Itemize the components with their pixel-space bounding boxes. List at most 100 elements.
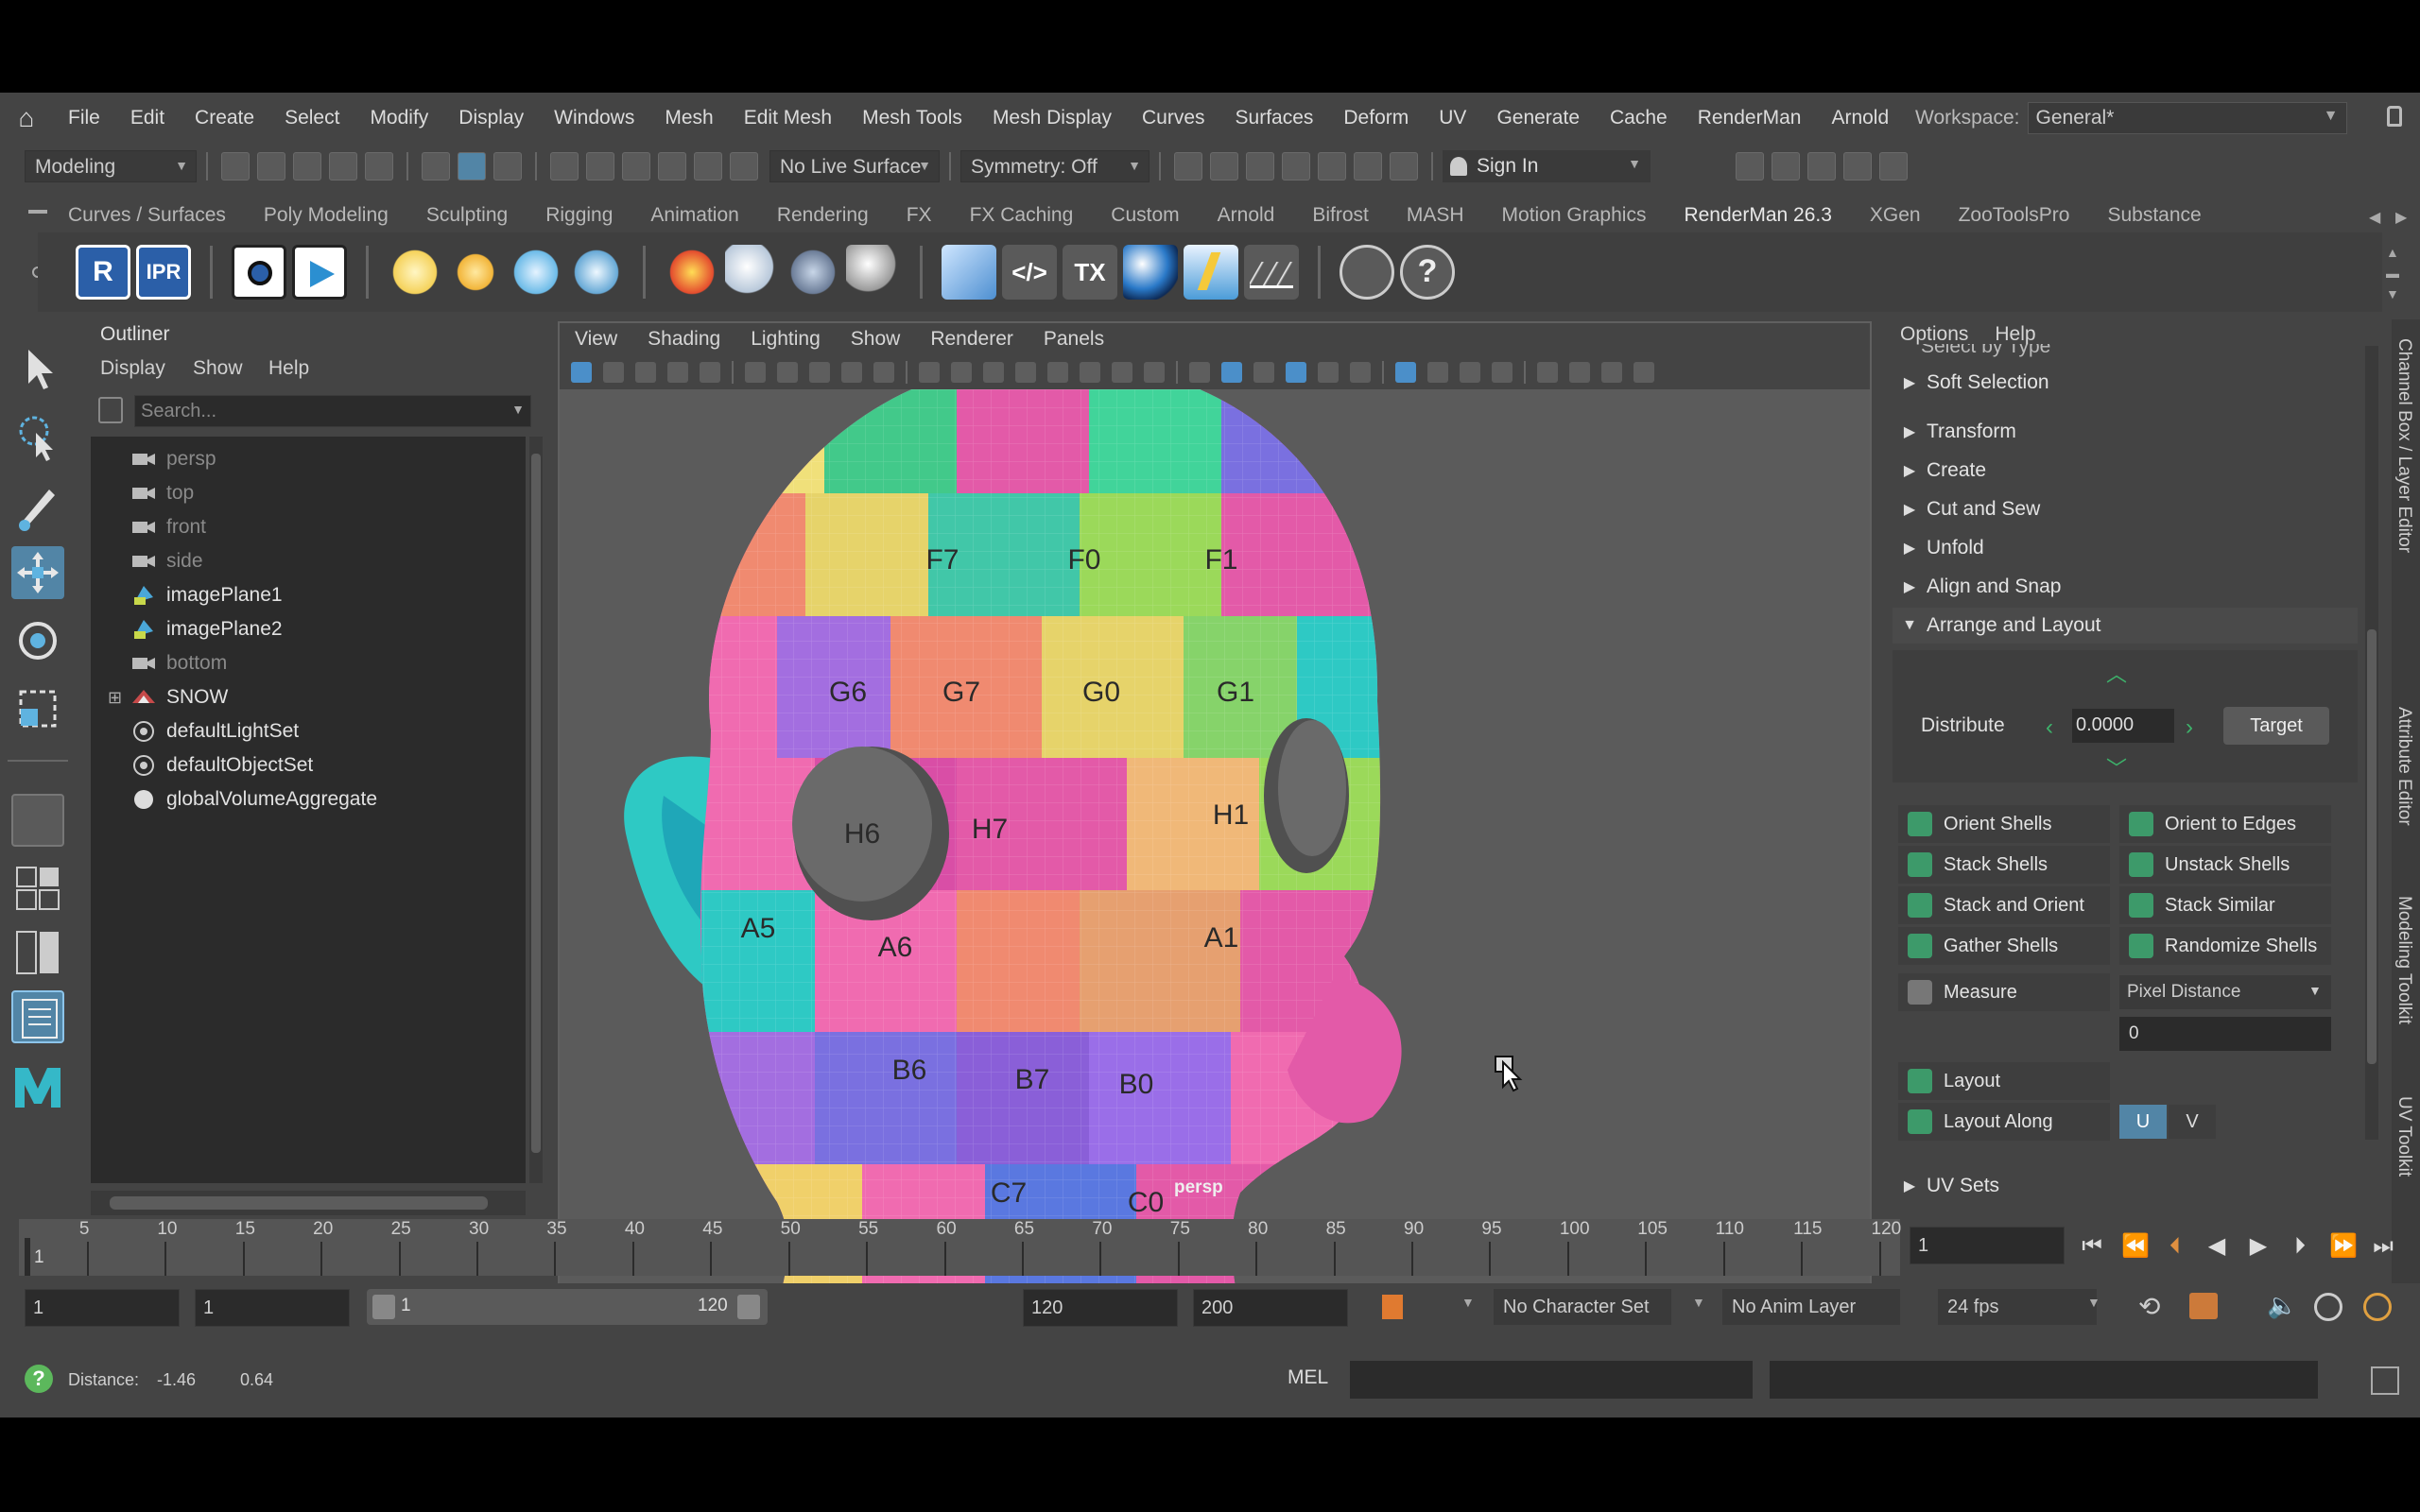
stack-similar-button[interactable]: Stack Similar [2119, 886, 2331, 924]
distribute-down-icon[interactable]: ﹀ [2106, 752, 2127, 782]
redo-icon[interactable] [365, 152, 393, 180]
camera-select-icon[interactable] [667, 362, 688, 383]
renderman-preview-icon[interactable] [232, 245, 286, 300]
layout-along-button[interactable]: Layout Along [1898, 1103, 2110, 1141]
area-light-icon[interactable] [388, 245, 442, 300]
film-gate-icon[interactable] [841, 362, 862, 383]
diagnostics-icon[interactable] [1340, 245, 1394, 300]
open-scene-icon[interactable] [257, 152, 285, 180]
safe-title-icon[interactable] [1015, 362, 1036, 383]
uv-toolkit-menu-help[interactable]: Help [1995, 323, 2035, 346]
outliner-item[interactable]: bottom [130, 646, 227, 680]
snap-curve-icon[interactable] [586, 152, 614, 180]
orient-to-edges-button[interactable]: Orient to Edges [2119, 805, 2331, 843]
symmetry-dropdown[interactable]: Symmetry: Off [960, 150, 1150, 182]
chevron-down-icon[interactable]: ▼ [1461, 1295, 1475, 1310]
section-unfold[interactable]: ▶ Unfold [1893, 530, 2358, 566]
lasso-tool-icon[interactable] [11, 410, 64, 463]
measure-mode-dropdown[interactable]: Pixel Distance [2119, 975, 2331, 1009]
rotate-tool-icon[interactable] [11, 614, 64, 667]
section-create[interactable]: ▶ Create [1893, 453, 2358, 489]
playback-start-field[interactable]: 1 [195, 1289, 350, 1327]
step-forward-key-icon[interactable]: ⏩ [2329, 1234, 2358, 1259]
shelf-scroll-icon[interactable]: ▲ ▬ ▼ [2386, 242, 2399, 304]
step-back-key-icon[interactable]: ⏪ [2121, 1234, 2150, 1259]
auto-key-icon[interactable] [1382, 1295, 1403, 1319]
scene-start-field[interactable]: 1 [25, 1289, 180, 1327]
viewport-menu-show[interactable]: Show [836, 328, 916, 351]
rib-archive-icon[interactable] [942, 245, 996, 300]
section-uv-sets[interactable]: ▶ UV Sets [1893, 1168, 2358, 1204]
shelf-tab-mash[interactable]: MASH [1388, 204, 1483, 227]
light-linking-icon[interactable] [1184, 245, 1238, 300]
isolate-select-icon[interactable] [1601, 362, 1622, 383]
menu-display[interactable]: Display [443, 107, 539, 129]
uv-toolkit-menu-options[interactable]: Options [1900, 323, 1968, 346]
section-soft-selection[interactable]: ▶ Soft Selection [1893, 365, 2358, 401]
hud-icon[interactable] [1634, 362, 1654, 383]
lock-icon[interactable] [2387, 106, 2402, 127]
outliner-search-input[interactable]: Search... [134, 395, 531, 427]
randomize-shells-button[interactable]: Randomize Shells [2119, 927, 2331, 965]
outliner-horizontal-scrollbar[interactable] [91, 1191, 526, 1215]
shelf-tab-custom[interactable]: Custom [1092, 204, 1198, 227]
section-arrange-and-layout[interactable]: ▼ Arrange and Layout [1893, 608, 2358, 644]
outliner-item[interactable]: ⊞ SNOW [108, 680, 228, 714]
viewport-menu-view[interactable]: View [560, 328, 632, 351]
renderman-it-icon[interactable] [292, 245, 347, 300]
menu-file[interactable]: File [53, 107, 115, 129]
distribute-right-icon[interactable]: › [2186, 714, 2193, 741]
renderman-render-icon[interactable]: R [76, 245, 130, 300]
tab-channel-box[interactable]: Channel Box / Layer Editor [2394, 338, 2414, 553]
snap-point-icon[interactable] [622, 152, 650, 180]
shelf-scroll-left-icon[interactable]: ◀ [2369, 208, 2380, 227]
motion-blur-icon[interactable] [1427, 362, 1448, 383]
outliner-item[interactable]: imagePlane2 [130, 612, 283, 646]
camera-frame-icon[interactable] [1080, 362, 1100, 383]
distribute-left-icon[interactable]: ‹ [2046, 714, 2053, 741]
current-frame-field[interactable]: 1 [1910, 1227, 2065, 1264]
material-sphere-icon[interactable] [846, 245, 901, 300]
outliner-item[interactable]: defaultObjectSet [130, 748, 313, 782]
menu-mesh[interactable]: Mesh [649, 107, 728, 129]
renderman-ipr-icon[interactable]: IPR [136, 245, 191, 300]
menu-edit-mesh[interactable]: Edit Mesh [729, 107, 847, 129]
measure-button[interactable]: Measure [1898, 973, 2110, 1011]
stack-shells-button[interactable]: Stack Shells [1898, 846, 2110, 884]
sound-icon[interactable]: 🔈 [2267, 1291, 2297, 1320]
menu-modify[interactable]: Modify [354, 107, 443, 129]
time-slider[interactable]: 1 5 10 15 20 25 30 35 40 45 50 55 60 65 70 75 80 85 90 95 1… [19, 1219, 1901, 1276]
range-slider[interactable]: 1 120 [367, 1289, 768, 1325]
shelf-tab-arnold[interactable]: Arnold [1199, 204, 1294, 227]
scale-tool-icon[interactable] [11, 682, 64, 735]
select-component-icon[interactable] [493, 152, 522, 180]
default-material-icon[interactable] [1253, 362, 1274, 383]
go-to-start-icon[interactable]: ⏮ [2080, 1234, 2104, 1259]
render-settings-icon[interactable] [1282, 152, 1310, 180]
light-filter-icon[interactable] [569, 245, 624, 300]
safe-action-icon[interactable] [983, 362, 1004, 383]
snap-grid-icon[interactable] [550, 152, 579, 180]
hypershade-icon[interactable] [1318, 152, 1346, 180]
outliner-menu-show[interactable]: Show [193, 357, 243, 380]
textured-icon[interactable] [1286, 362, 1306, 383]
step-back-frame-icon[interactable]: ⏴ [2163, 1234, 2187, 1259]
xray-joints-icon[interactable] [1569, 362, 1590, 383]
camera-attributes-icon[interactable] [700, 362, 720, 383]
menu-mesh-display[interactable]: Mesh Display [977, 107, 1127, 129]
lights-icon[interactable] [1318, 362, 1339, 383]
field-chart-icon[interactable] [951, 362, 972, 383]
target-button[interactable]: Target [2223, 707, 2329, 745]
menu-surfaces[interactable]: Surfaces [1220, 107, 1329, 129]
menu-arnold[interactable]: Arnold [1816, 107, 1904, 129]
pxr-volume-icon[interactable] [725, 245, 780, 300]
depth-of-field-icon[interactable] [1492, 362, 1512, 383]
human-ik-icon[interactable] [1772, 152, 1800, 180]
outliner-item[interactable]: globalVolumeAggregate [130, 782, 377, 816]
make-live-icon[interactable] [730, 152, 758, 180]
expand-icon[interactable]: ⊞ [108, 688, 130, 708]
gate-mask-icon[interactable] [919, 362, 940, 383]
help-icon[interactable]: ? [1400, 245, 1455, 300]
light-editor-icon[interactable] [1354, 152, 1382, 180]
menu-generate[interactable]: Generate [1481, 107, 1595, 129]
